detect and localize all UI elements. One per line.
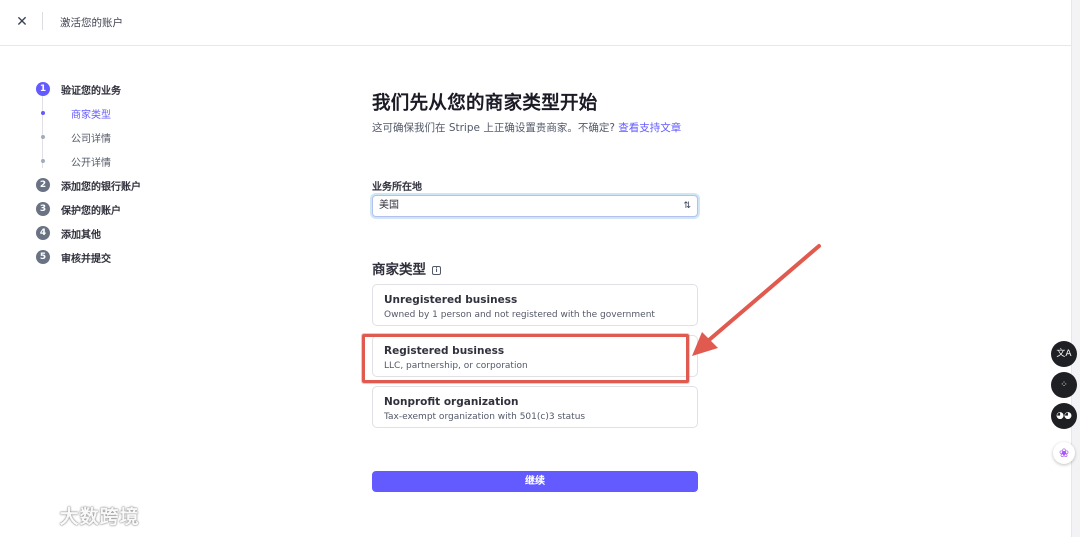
step-label: 添加您的银行账户 [61,182,141,193]
option-description: Tax-exempt organization with 501(c)3 sta… [384,412,586,422]
step-label: 审核并提交 [61,254,111,265]
step-secure-account[interactable]: 3 保护您的账户 [36,200,236,224]
substep-company-details[interactable]: 公司详情 [36,128,236,152]
country-select-value: 美国 [379,200,399,211]
topbar-divider [42,12,43,30]
option-unregistered-business[interactable]: Unregistered business Owned by 1 person … [372,284,698,326]
brain-icon[interactable]: ❀ [1053,442,1075,464]
substep-public-details[interactable]: 公开详情 [36,152,236,176]
subtitle-text: 这可确保我们在 Stripe 上正确设置贵商家。不确定? [372,122,619,134]
step-number: 3 [36,202,50,216]
page-title: 我们先从您的商家类型开始 [372,93,598,114]
substep-dot [41,135,45,139]
step-label: 添加其他 [61,230,101,241]
location-label: 业务所在地 [372,182,422,193]
page-subtitle: 这可确保我们在 Stripe 上正确设置贵商家。不确定? 查看支持文章 [372,120,698,137]
chevron-up-down-icon: ⇅ [683,201,691,211]
watermark-text: 大数跨境 [59,506,140,528]
watermark: 大数跨境 [8,502,140,532]
page-header-title: 激活您的账户 [60,17,123,29]
progress-steps: 1 验证您的业务 商家类型 公司详情 公开详情 2 添加您的银行账户 3 保护您… [36,80,236,272]
option-nonprofit-organization[interactable]: Nonprofit organization Tax-exempt organi… [372,386,698,428]
watermark-logo-icon [10,504,47,527]
substep-dot [41,159,45,163]
continue-button[interactable]: 继续 [372,471,698,492]
business-type-heading: 商家类型 i [372,258,441,278]
step-verify-business[interactable]: 1 验证您的业务 [36,80,236,104]
apps-icon[interactable]: ⁘ [1051,372,1077,398]
info-icon[interactable]: i [432,266,441,275]
substep-dot [41,111,45,115]
step-label: 保护您的账户 [61,206,121,217]
country-select[interactable]: 美国 ⇅ [372,195,698,217]
option-title: Registered business [384,345,505,357]
step-add-extras[interactable]: 4 添加其他 [36,224,236,248]
option-description: Owned by 1 person and not registered wit… [384,310,655,320]
annotation-arrow-icon [692,244,821,356]
step-number: 2 [36,178,50,192]
substep-label: 商家类型 [71,110,111,121]
option-title: Unregistered business [384,294,518,306]
substep-label: 公开详情 [71,158,111,169]
option-title: Nonprofit organization [384,396,519,408]
support-article-link[interactable]: 查看支持文章 [618,122,681,134]
top-bar: ✕ 激活您的账户 [0,0,1071,46]
option-registered-business[interactable]: Registered business LLC, partnership, or… [372,335,698,377]
step-number: 1 [36,82,50,96]
main-form: 我们先从您的商家类型开始 这可确保我们在 Stripe 上正确设置贵商家。不确定… [372,90,702,492]
step-add-bank-account[interactable]: 2 添加您的银行账户 [36,176,236,200]
translate-icon[interactable]: 文A [1051,341,1077,367]
step-review-submit[interactable]: 5 审核并提交 [36,248,236,272]
substep-label: 公司详情 [71,134,111,145]
business-type-title: 商家类型 [372,262,426,278]
assistant-bot-icon[interactable]: ◕◕ [1051,403,1077,429]
step-number: 4 [36,226,50,240]
step-number: 5 [36,250,50,264]
close-icon[interactable]: ✕ [12,12,32,32]
step-label: 验证您的业务 [61,86,121,97]
option-description: LLC, partnership, or corporation [384,361,528,371]
substep-business-type[interactable]: 商家类型 [36,104,236,128]
